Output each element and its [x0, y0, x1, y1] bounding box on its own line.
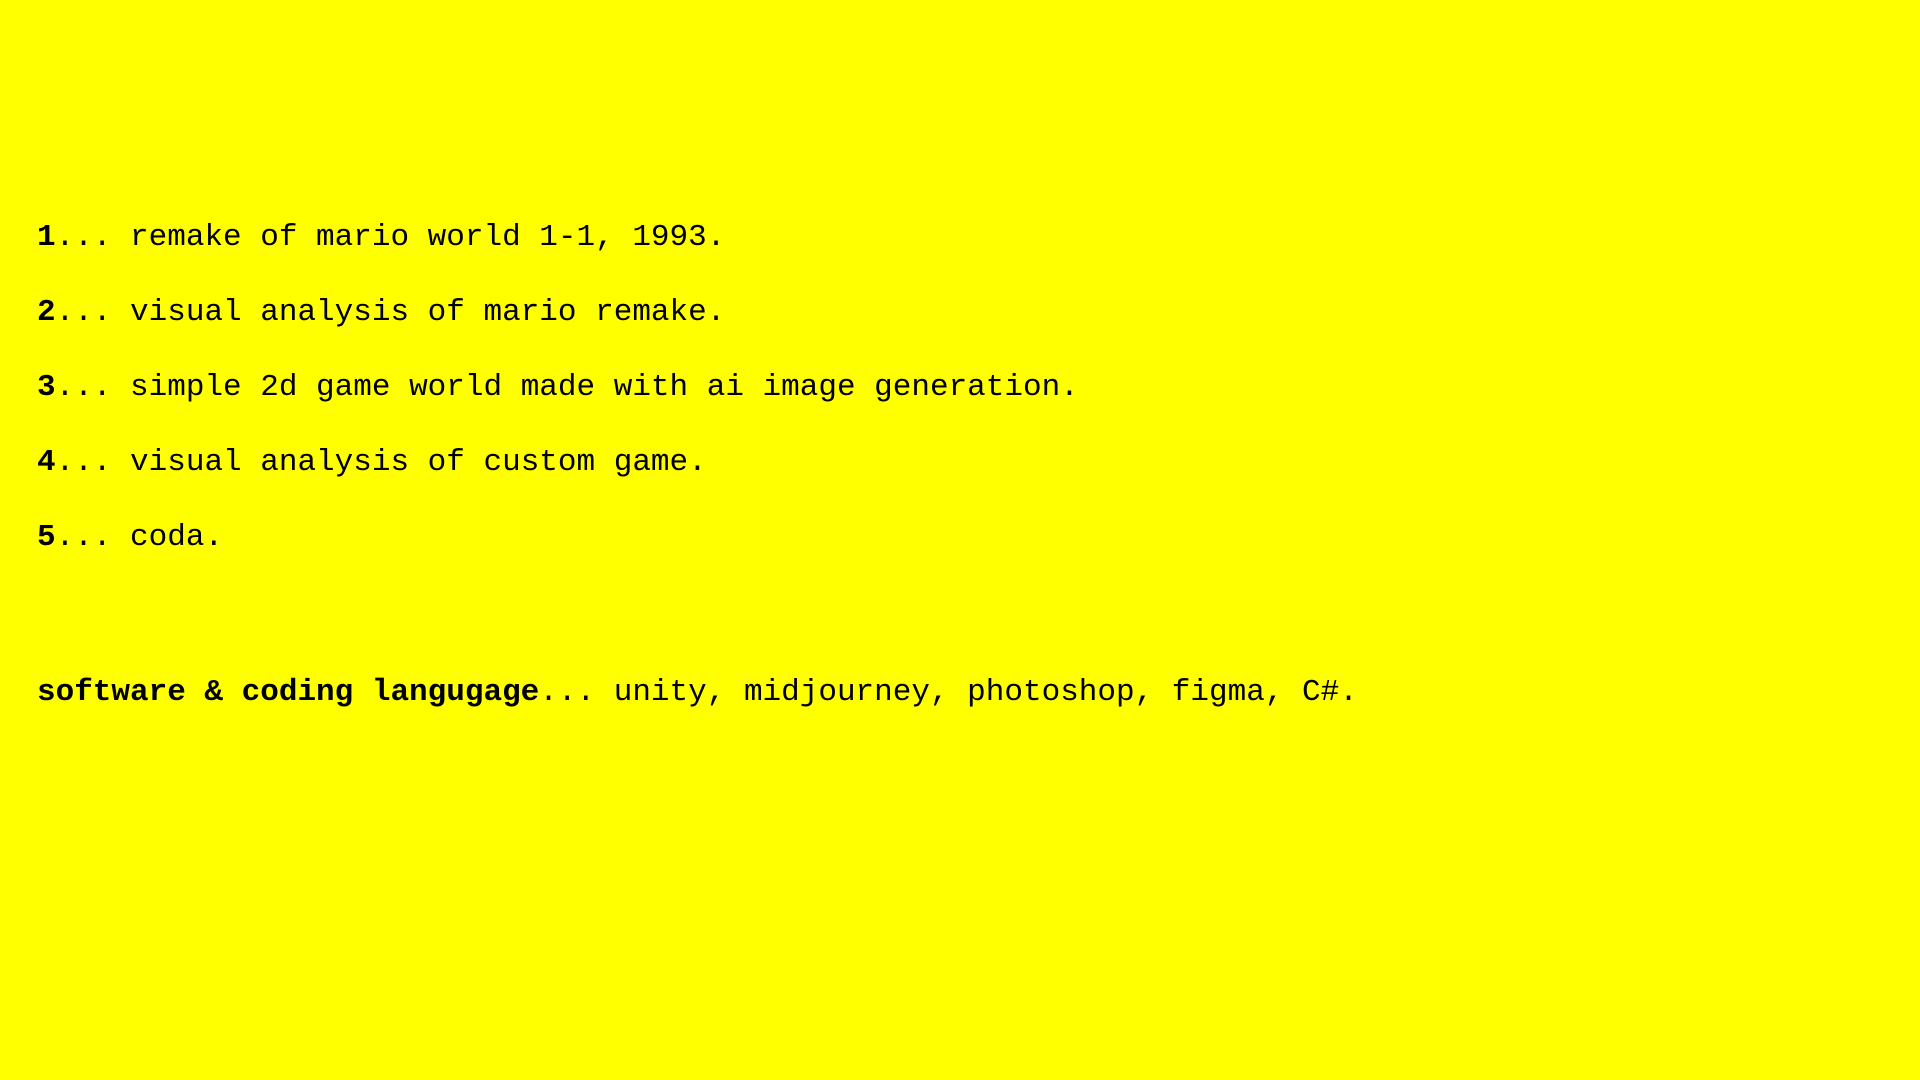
numbered-list: 1... remake of mario world 1-1, 1993. 2.… — [37, 220, 1079, 556]
item-text: remake of mario world 1-1, 1993. — [130, 220, 726, 255]
list-item: 2... visual analysis of mario remake. — [37, 295, 1079, 331]
item-text: simple 2d game world made with ai image … — [130, 370, 1079, 405]
item-separator: ... — [55, 220, 131, 255]
item-separator: ... — [55, 370, 131, 405]
list-item: 4... visual analysis of custom game. — [37, 445, 1079, 481]
item-number: 2 — [37, 295, 56, 330]
item-separator: ... — [55, 520, 131, 555]
software-separator: ... — [539, 675, 614, 710]
item-number: 4 — [37, 445, 56, 480]
item-separator: ... — [55, 445, 131, 480]
software-line: software & coding langugage... unity, mi… — [37, 675, 1358, 711]
item-text: visual analysis of mario remake. — [130, 295, 726, 330]
list-item: 5... coda. — [37, 520, 1079, 556]
software-list: unity, midjourney, photoshop, figma, C#. — [613, 675, 1358, 710]
item-number: 3 — [37, 370, 56, 405]
item-text: visual analysis of custom game. — [130, 445, 707, 480]
item-separator: ... — [55, 295, 131, 330]
item-text: coda. — [130, 520, 224, 555]
slide-page: 1... remake of mario world 1-1, 1993. 2.… — [0, 0, 1920, 1080]
list-item: 1... remake of mario world 1-1, 1993. — [37, 220, 1079, 256]
software-label: software & coding langugage — [37, 675, 540, 710]
item-number: 1 — [37, 220, 56, 255]
list-item: 3... simple 2d game world made with ai i… — [37, 370, 1079, 406]
item-number: 5 — [37, 520, 56, 555]
